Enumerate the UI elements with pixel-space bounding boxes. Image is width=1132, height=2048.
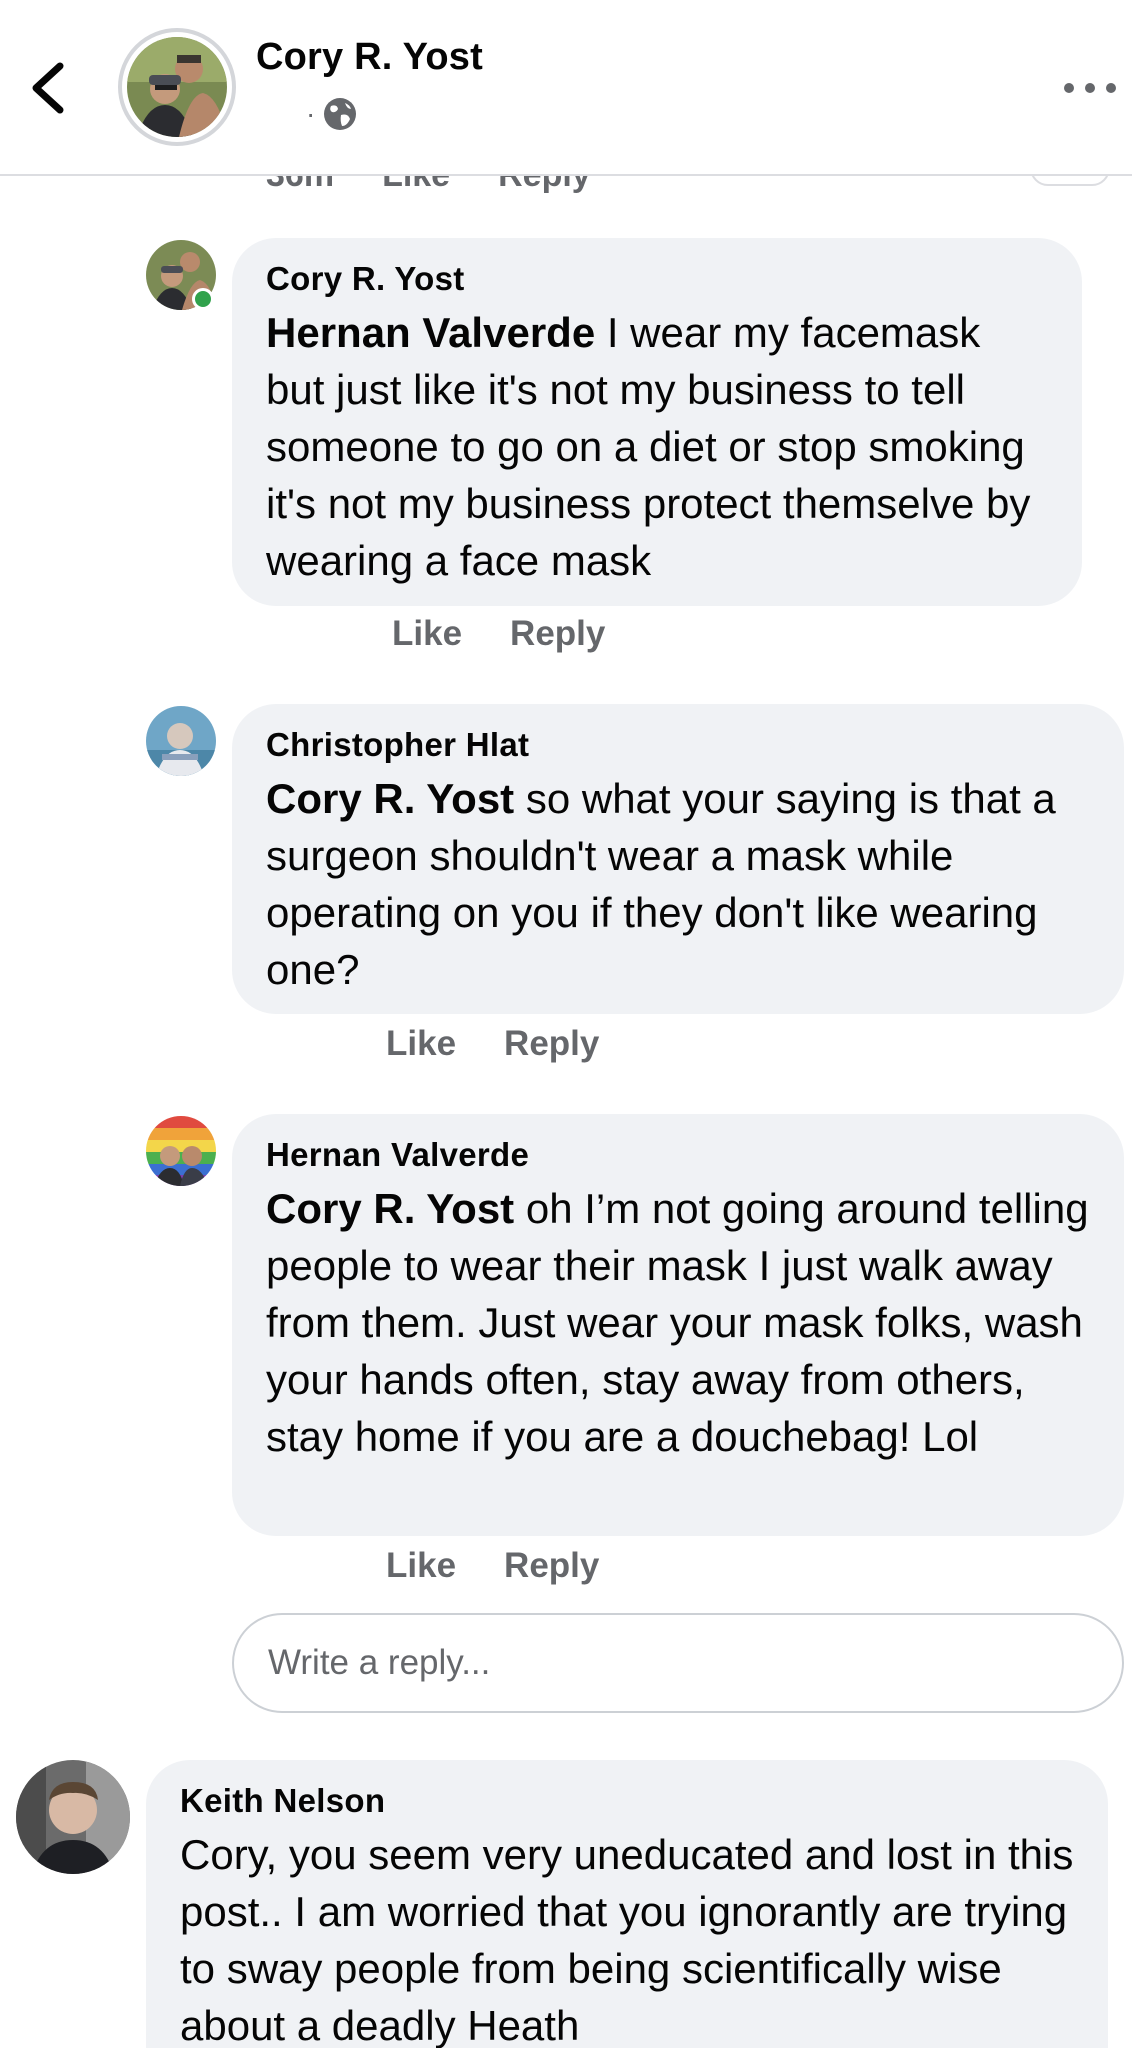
profile-photo bbox=[16, 1760, 130, 1874]
profile-photo bbox=[146, 706, 216, 776]
meta-separator: · bbox=[306, 98, 316, 129]
top-bar: Cory R. Yost · bbox=[0, 0, 1132, 176]
more-options-button[interactable] bbox=[1064, 70, 1116, 106]
comment-author[interactable]: Keith Nelson bbox=[180, 1782, 1074, 1820]
reply-placeholder: Write a reply... bbox=[268, 1643, 491, 1682]
like-button[interactable]: Like bbox=[386, 1024, 456, 1064]
post-meta: · bbox=[306, 94, 357, 134]
comment-author[interactable]: Christopher Hlat bbox=[266, 726, 1090, 764]
comment-text: Cory R. Yost oh I’m not going around tel… bbox=[266, 1180, 1090, 1465]
like-button[interactable]: Like bbox=[392, 614, 462, 654]
page-title[interactable]: Cory R. Yost bbox=[256, 36, 483, 79]
mention-link[interactable]: Cory R. Yost bbox=[266, 775, 514, 822]
more-dot bbox=[1106, 83, 1116, 93]
comment-actions: Like Reply bbox=[386, 1024, 599, 1064]
comment-actions: Like Reply bbox=[386, 1546, 599, 1586]
reply-button[interactable]: Reply bbox=[504, 1546, 599, 1586]
comment-bubble[interactable]: Cory R. Yost Hernan Valverde I wear my f… bbox=[232, 238, 1082, 606]
globe-icon bbox=[324, 98, 357, 130]
comment-author[interactable]: Cory R. Yost bbox=[266, 260, 1048, 298]
more-dot bbox=[1085, 83, 1095, 93]
profile-photo bbox=[146, 1116, 216, 1186]
comment-text: Hernan Valverde I wear my facemask but j… bbox=[266, 304, 1048, 589]
mention-link[interactable]: Hernan Valverde bbox=[266, 309, 595, 356]
profile-photo bbox=[127, 37, 227, 137]
avatar[interactable] bbox=[16, 1760, 130, 1874]
comment-thread-screen: 36m Like Reply bbox=[0, 0, 1132, 2048]
avatar[interactable] bbox=[146, 706, 216, 776]
chevron-left-icon bbox=[32, 62, 64, 114]
reply-button[interactable]: Reply bbox=[510, 614, 605, 654]
comment-bubble[interactable]: Keith Nelson Cory, you seem very uneduca… bbox=[146, 1760, 1108, 2048]
reply-input[interactable]: Write a reply... bbox=[232, 1613, 1124, 1713]
back-button[interactable] bbox=[26, 58, 76, 118]
comment-author[interactable]: Hernan Valverde bbox=[266, 1136, 1090, 1174]
avatar[interactable] bbox=[146, 1116, 216, 1186]
comment-text: Cory R. Yost so what your saying is that… bbox=[266, 770, 1090, 998]
comment-bubble[interactable]: Christopher Hlat Cory R. Yost so what yo… bbox=[232, 704, 1124, 1014]
comment-actions: Like Reply bbox=[392, 614, 605, 654]
like-button[interactable]: Like bbox=[386, 1546, 456, 1586]
more-horizontal-icon bbox=[1064, 83, 1074, 93]
mention-link[interactable]: Cory R. Yost bbox=[266, 1185, 514, 1232]
profile-avatar[interactable] bbox=[118, 28, 236, 146]
comment-bubble[interactable]: Hernan Valverde Cory R. Yost oh I’m not … bbox=[232, 1114, 1124, 1536]
online-status-dot bbox=[192, 288, 214, 310]
comment-text: Cory, you seem very uneducated and lost … bbox=[180, 1831, 1074, 2048]
reply-button[interactable]: Reply bbox=[504, 1024, 599, 1064]
